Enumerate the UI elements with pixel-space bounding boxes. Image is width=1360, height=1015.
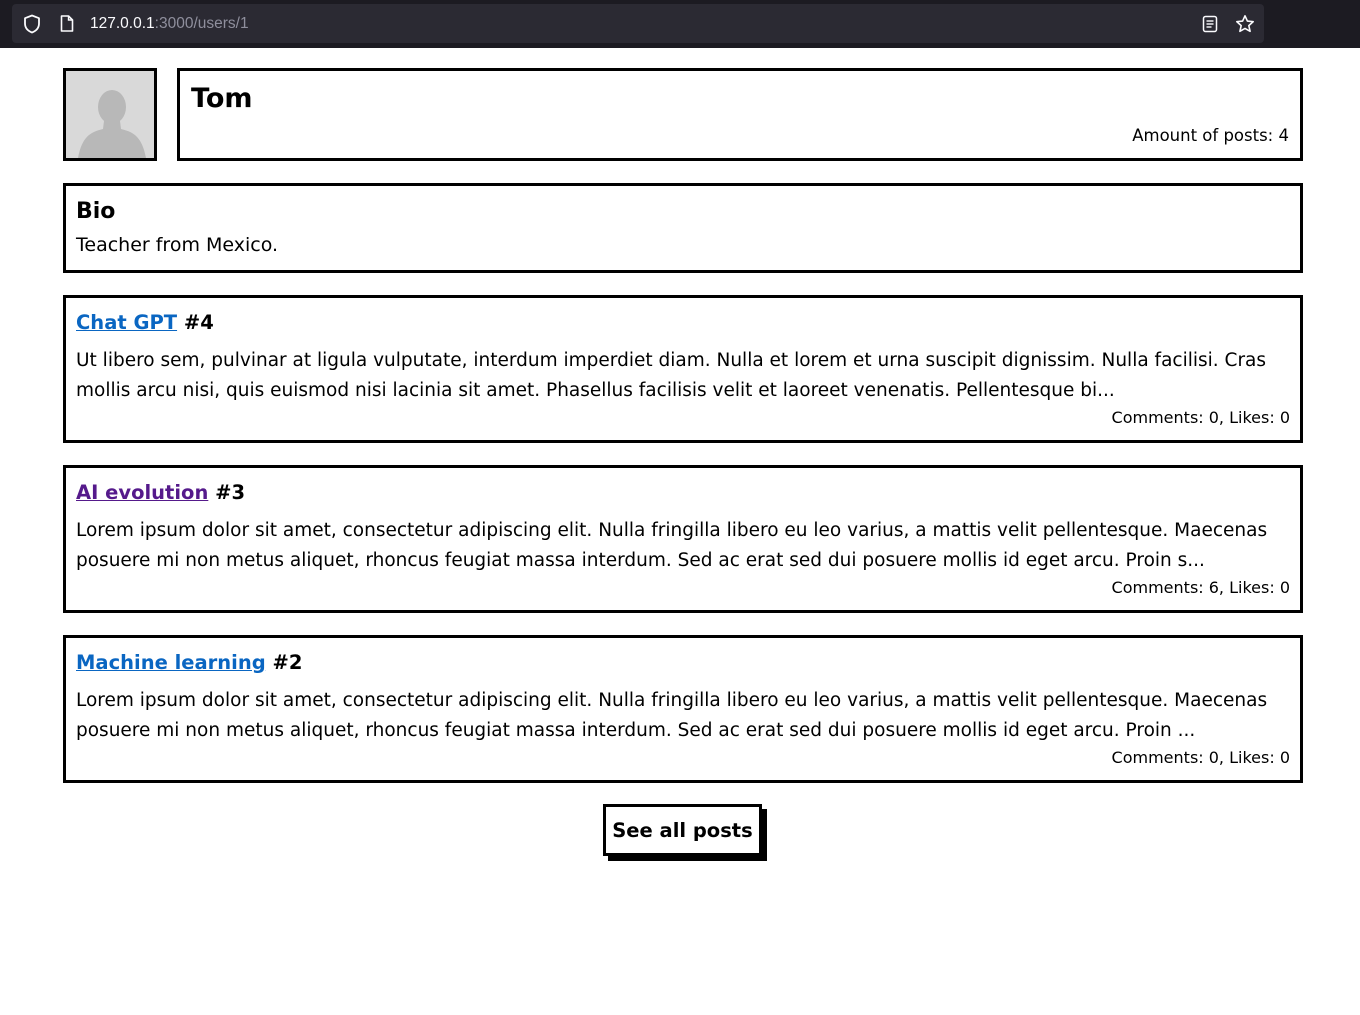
- address-bar[interactable]: 127.0.0.1:3000/users/1: [12, 4, 1264, 43]
- post-title: Chat GPT #4: [76, 312, 214, 333]
- post-stats: Comments: 0, Likes: 0: [1111, 748, 1290, 767]
- post-count: Amount of posts: 4: [1132, 126, 1289, 145]
- post-card: Chat GPT #4 Ut libero sem, pulvinar at l…: [63, 295, 1303, 443]
- bio-card: Bio Teacher from Mexico.: [63, 183, 1303, 273]
- shield-icon[interactable]: [20, 4, 44, 43]
- url-text[interactable]: 127.0.0.1:3000/users/1: [90, 4, 249, 43]
- reader-view-icon[interactable]: [1198, 4, 1222, 43]
- page-icon: [56, 4, 78, 43]
- user-name: Tom: [191, 83, 253, 114]
- post-number: #3: [215, 481, 246, 504]
- user-silhouette-icon: [66, 71, 154, 158]
- post-stats: Comments: 0, Likes: 0: [1111, 408, 1290, 427]
- profile-header: Tom Amount of posts: 4: [63, 68, 1303, 161]
- bio-heading: Bio: [76, 199, 116, 224]
- actions-row: See all posts: [63, 804, 1303, 864]
- user-profile-page: Tom Amount of posts: 4 Bio Teacher from …: [63, 68, 1303, 864]
- post-number: #2: [272, 651, 303, 674]
- avatar: [63, 68, 157, 161]
- post-card: Machine learning #2 Lorem ipsum dolor si…: [63, 635, 1303, 783]
- browser-toolbar: 127.0.0.1:3000/users/1: [0, 0, 1360, 48]
- post-body: Lorem ipsum dolor sit amet, consectetur …: [76, 520, 1268, 571]
- post-stats: Comments: 6, Likes: 0: [1111, 578, 1290, 597]
- see-all-posts-button[interactable]: See all posts: [603, 804, 762, 856]
- post-number: #4: [183, 311, 214, 334]
- post-title-link[interactable]: AI evolution: [76, 481, 208, 504]
- post-card: AI evolution #3 Lorem ipsum dolor sit am…: [63, 465, 1303, 613]
- post-title-link[interactable]: Chat GPT: [76, 311, 177, 334]
- bio-text: Teacher from Mexico.: [76, 234, 279, 256]
- url-path: :3000/users/1: [154, 15, 249, 32]
- post-body: Ut libero sem, pulvinar at ligula vulput…: [76, 350, 1267, 401]
- post-title: AI evolution #3: [76, 482, 245, 503]
- post-title: Machine learning #2: [76, 652, 302, 673]
- bookmark-star-icon[interactable]: [1232, 4, 1258, 43]
- user-name-card: Tom Amount of posts: 4: [177, 68, 1303, 161]
- url-host: 127.0.0.1: [90, 15, 155, 32]
- post-body: Lorem ipsum dolor sit amet, consectetur …: [76, 690, 1268, 741]
- post-title-link[interactable]: Machine learning: [76, 651, 266, 674]
